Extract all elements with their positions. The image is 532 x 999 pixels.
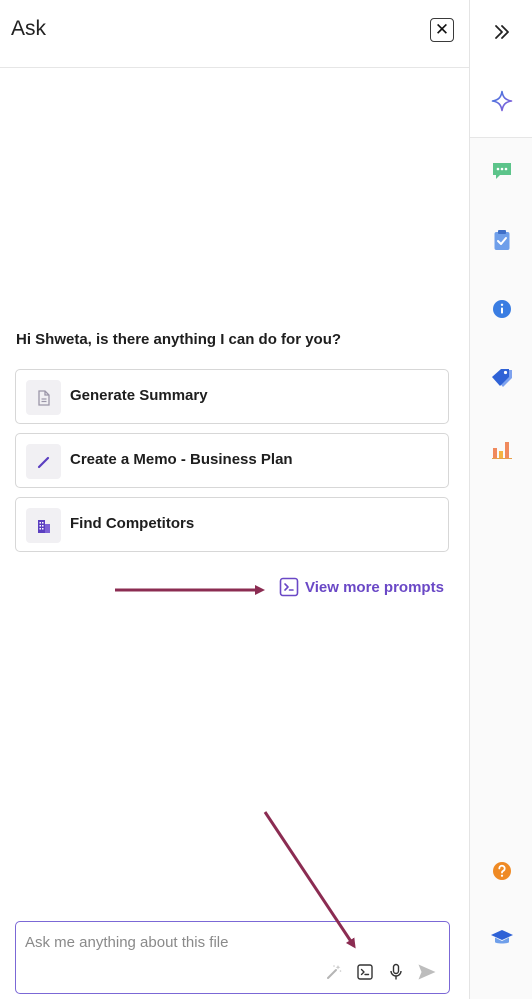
prompt-find-competitors[interactable]: Find Competitors [15, 497, 449, 552]
pen-icon [26, 444, 61, 479]
prompt-create-memo[interactable]: Create a Memo - Business Plan [15, 433, 449, 488]
tag-icon[interactable] [470, 356, 532, 400]
magic-wand-icon[interactable] [323, 961, 345, 983]
ask-panel: Ask ✕ Hi Shweta, is there anything I can… [0, 0, 469, 999]
document-icon [26, 380, 61, 415]
ask-input-box [15, 921, 450, 994]
help-icon[interactable] [470, 849, 532, 893]
chat-icon[interactable] [470, 149, 532, 193]
right-sidebar [469, 0, 532, 999]
prompt-generate-summary[interactable]: Generate Summary [15, 369, 449, 424]
ask-input[interactable] [25, 931, 425, 953]
prompt-label: Generate Summary [70, 387, 208, 404]
view-more-prompts-link[interactable]: View more prompts [279, 577, 444, 597]
expand-icon[interactable] [470, 10, 532, 54]
clipboard-icon[interactable] [470, 218, 532, 262]
info-icon[interactable] [470, 287, 532, 331]
prompt-label: Create a Memo - Business Plan [70, 451, 293, 468]
graduation-cap-icon[interactable] [470, 916, 532, 960]
greeting-text: Hi Shweta, is there anything I can do fo… [16, 331, 342, 348]
building-icon [26, 508, 61, 543]
microphone-icon[interactable] [385, 961, 407, 983]
panel-header: Ask ✕ [0, 0, 469, 68]
sparkle-icon[interactable] [470, 79, 532, 123]
send-icon[interactable] [416, 961, 438, 983]
prompt-label: Find Competitors [70, 515, 195, 532]
terminal-icon [279, 577, 299, 597]
close-button[interactable]: ✕ [430, 18, 454, 42]
panel-title: Ask [11, 17, 47, 40]
view-more-label: View more prompts [305, 578, 444, 596]
terminal-icon[interactable] [354, 961, 376, 983]
rail-top-section [470, 0, 532, 138]
bar-chart-icon[interactable] [470, 427, 532, 471]
